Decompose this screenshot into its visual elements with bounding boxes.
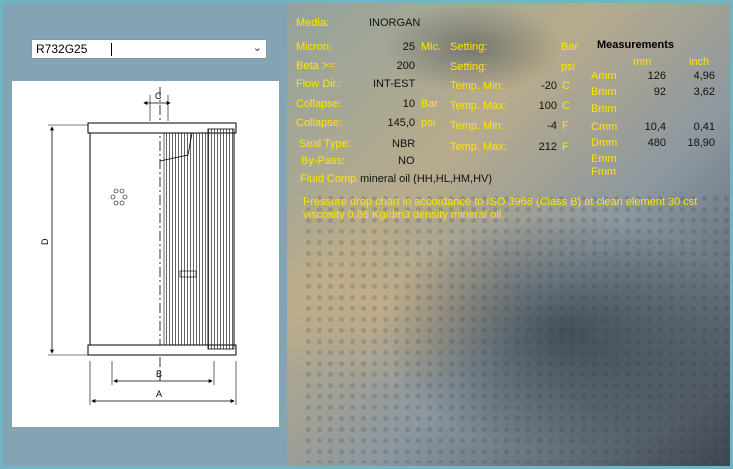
beta-label: Beta >=:	[296, 60, 338, 72]
measurement-row-mm: 92	[653, 86, 666, 98]
element-code-combobox[interactable]: R732G25 ⌄	[31, 39, 267, 59]
micron-label: Micron:	[296, 41, 333, 53]
measurement-row-inch: 0,41	[693, 121, 715, 133]
media-label: Media:	[296, 17, 330, 29]
setting-psi-unit: psi	[561, 61, 576, 73]
measurement-row-mm: 126	[647, 70, 666, 82]
measurement-row-inch: 3,62	[693, 86, 715, 98]
collapse-psi-unit: psi	[421, 117, 436, 129]
dim-a-label: A	[156, 389, 162, 399]
measurement-row-label: Amm	[591, 70, 617, 82]
flow-dir-label: Flow Dir.:	[296, 78, 342, 90]
drawing-svg: C D B A	[40, 87, 237, 405]
measurement-row-label: Cmm	[591, 121, 618, 133]
chevron-down-icon[interactable]: ⌄	[253, 41, 262, 54]
measurements-inch-header: inch	[689, 56, 710, 68]
dim-d-label: D	[40, 238, 50, 245]
temp-min-c-label: Temp. Min:	[450, 80, 504, 92]
micron-value: 25	[402, 41, 415, 53]
hole-pattern	[110, 188, 128, 206]
temp-min-c-value: -20	[541, 80, 557, 92]
outer-mesh	[207, 128, 235, 350]
seal-type-label: Seal Type:	[299, 138, 351, 150]
collapse-psi-value: 145,0	[387, 117, 415, 129]
temp-min-f-value: -4	[547, 120, 557, 132]
flow-dir-value: INT-EST	[373, 78, 416, 90]
element-code-value[interactable]: R732G25	[36, 42, 87, 56]
dim-b-label: B	[156, 369, 162, 379]
measurement-row-mm: 480	[647, 137, 666, 149]
temp-max-c-unit: C	[562, 100, 570, 112]
measurement-row-label: Dmm	[591, 137, 618, 149]
measurement-row-inch: 4,96	[693, 70, 715, 82]
setting-bar-unit: Bar	[561, 41, 579, 53]
micron-unit: Mic.	[421, 41, 442, 53]
fluid-comp-value: mineral oil (HH,HL,HM,HV)	[360, 173, 493, 185]
background-photo-texture	[303, 193, 730, 463]
measurement-row-inch: 18,90	[687, 137, 715, 149]
temp-max-c-label: Temp. Max:	[450, 100, 507, 112]
temp-min-c-unit: C	[562, 80, 570, 92]
collapse-psi-label: Collapse:	[296, 117, 342, 129]
temp-max-f-unit: F	[562, 141, 569, 153]
element-technical-drawing: C D B A	[12, 81, 279, 427]
text-caret	[111, 43, 112, 56]
temp-max-c-value: 100	[538, 100, 557, 112]
seal-type-value: NBR	[392, 138, 416, 150]
temp-max-f-value: 212	[538, 141, 557, 153]
pressure-drop-note: Pressure drop chart in accordance to ISO…	[303, 196, 698, 221]
measurement-row-mm: 10,4	[644, 121, 666, 133]
setting-bar-label: Setting:	[450, 41, 488, 53]
media-value: INORGAN	[369, 17, 421, 29]
fluid-comp-label: Fluid Comp.:	[300, 173, 363, 185]
setting-psi-label: Setting:	[450, 61, 488, 73]
collapse-bar-unit: Bar	[421, 98, 439, 110]
by-pass-label: By-Pass:	[301, 155, 346, 167]
collapse-bar-value: 10	[402, 98, 415, 110]
temp-min-f-unit: F	[562, 120, 569, 132]
measurement-row-label: Emm	[591, 153, 617, 165]
pleated-media	[163, 132, 209, 346]
dim-c-label: C	[155, 91, 162, 101]
left-panel: R732G25 ⌄ C D B A	[3, 3, 287, 466]
measurement-row-label: Fmm	[591, 166, 617, 178]
temp-max-f-label: Temp. Max:	[450, 141, 507, 153]
measurements-title: Measurements	[597, 39, 675, 51]
collapse-bar-label: Collapse:	[296, 98, 342, 110]
beta-value: 200	[396, 60, 415, 72]
measurements-mm-header: mm	[633, 56, 652, 68]
by-pass-value: NO	[398, 155, 415, 167]
measurement-row-label: Bmm	[591, 103, 617, 115]
filter-element-window: R732G25 ⌄ C D B A Media: INORGAN Micron:…	[0, 0, 733, 469]
measurement-row-label: Bmm	[591, 86, 617, 98]
temp-min-f-label: Temp. Min:	[450, 120, 504, 132]
